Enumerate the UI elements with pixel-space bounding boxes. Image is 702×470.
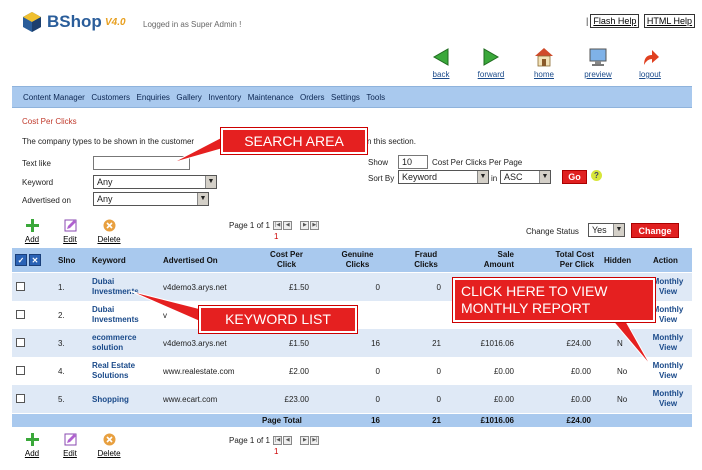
page: BShop V4.0 Logged in as Super Admin ! | F…: [0, 0, 702, 470]
monthly-report-arrow: [611, 317, 652, 367]
callout-arrows: [129, 136, 652, 367]
search-area-arrow: [171, 136, 229, 164]
keyword-list-arrow: [129, 290, 206, 323]
monthly-report-callout: CLICK HERE TO VIEW MONTHLY REPORT: [452, 277, 656, 323]
keyword-list-callout: KEYWORD LIST: [198, 305, 358, 334]
search-area-callout: SEARCH AREA: [220, 127, 368, 155]
